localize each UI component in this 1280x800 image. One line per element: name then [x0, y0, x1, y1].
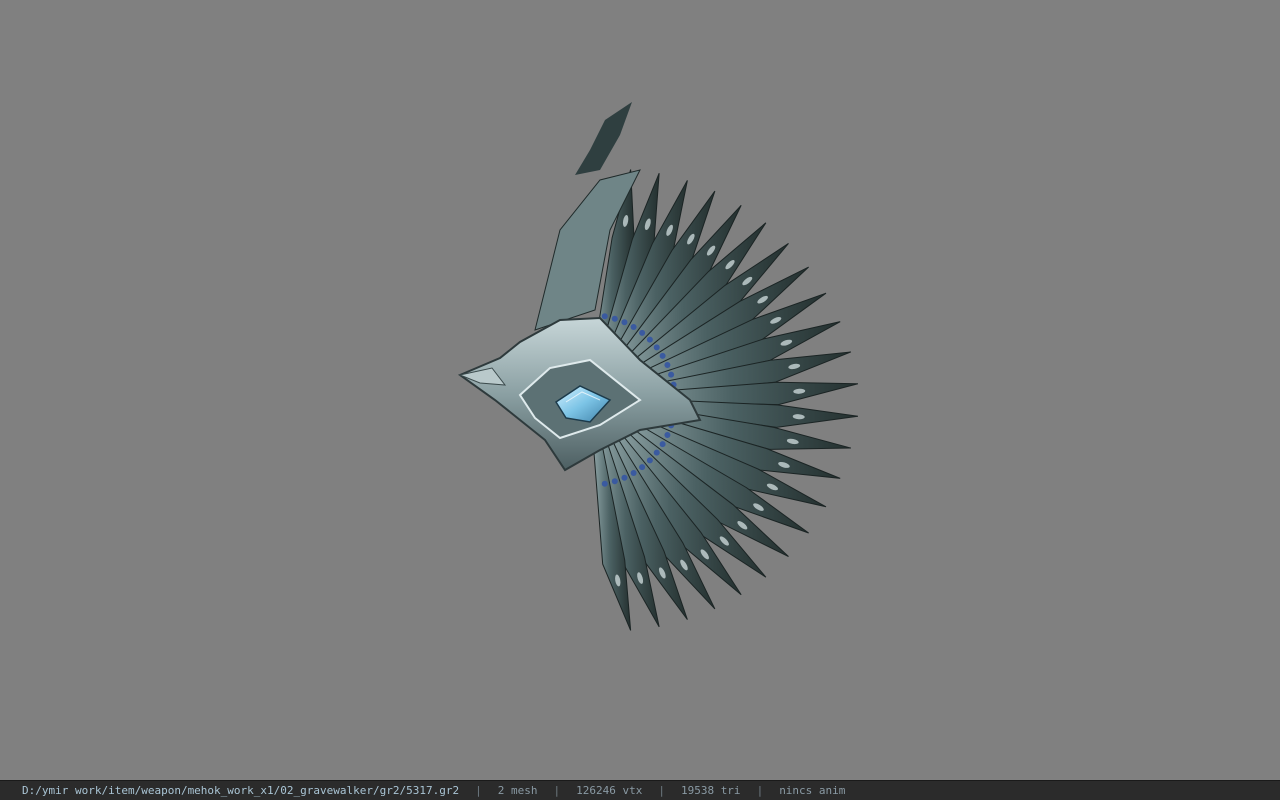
feather-ornament [646, 457, 653, 464]
feather-ornament [668, 371, 675, 378]
feather-ornament [601, 313, 608, 320]
feather-ornament [611, 478, 618, 485]
feather-ornament [611, 315, 618, 322]
separator: | [756, 784, 764, 797]
vertex-count: 126246 vtx [576, 784, 643, 797]
feather-ornament [630, 324, 637, 331]
model-viewport[interactable] [0, 0, 1280, 780]
feather-ornament [664, 361, 671, 368]
separator: | [658, 784, 665, 797]
mesh-count: 2 mesh [497, 784, 538, 797]
feather-ornament [601, 480, 608, 487]
feather-ornament [646, 336, 653, 343]
feather-ornament [659, 441, 666, 448]
feather-ornament [639, 464, 646, 471]
crest-spike [575, 102, 632, 175]
triangle-count: 19538 tri [680, 784, 741, 797]
feather-ornament [621, 319, 628, 326]
animation-status: nincs anim [779, 784, 846, 797]
feather-ornament [630, 469, 637, 476]
feather-ornament [659, 352, 666, 359]
feather-ornament [639, 329, 646, 336]
separator: | [475, 784, 482, 797]
feather-ornament [621, 474, 628, 481]
feather-ornament [653, 344, 660, 351]
wing-ornament-model [457, 102, 859, 631]
file-path: D:/ymir work/item/weapon/mehok_work_x1/0… [22, 784, 460, 797]
feather-ornament [653, 449, 660, 456]
feather-ornament [664, 432, 671, 439]
separator: | [553, 784, 561, 797]
status-bar: D:/ymir work/item/weapon/mehok_work_x1/0… [0, 780, 1280, 800]
